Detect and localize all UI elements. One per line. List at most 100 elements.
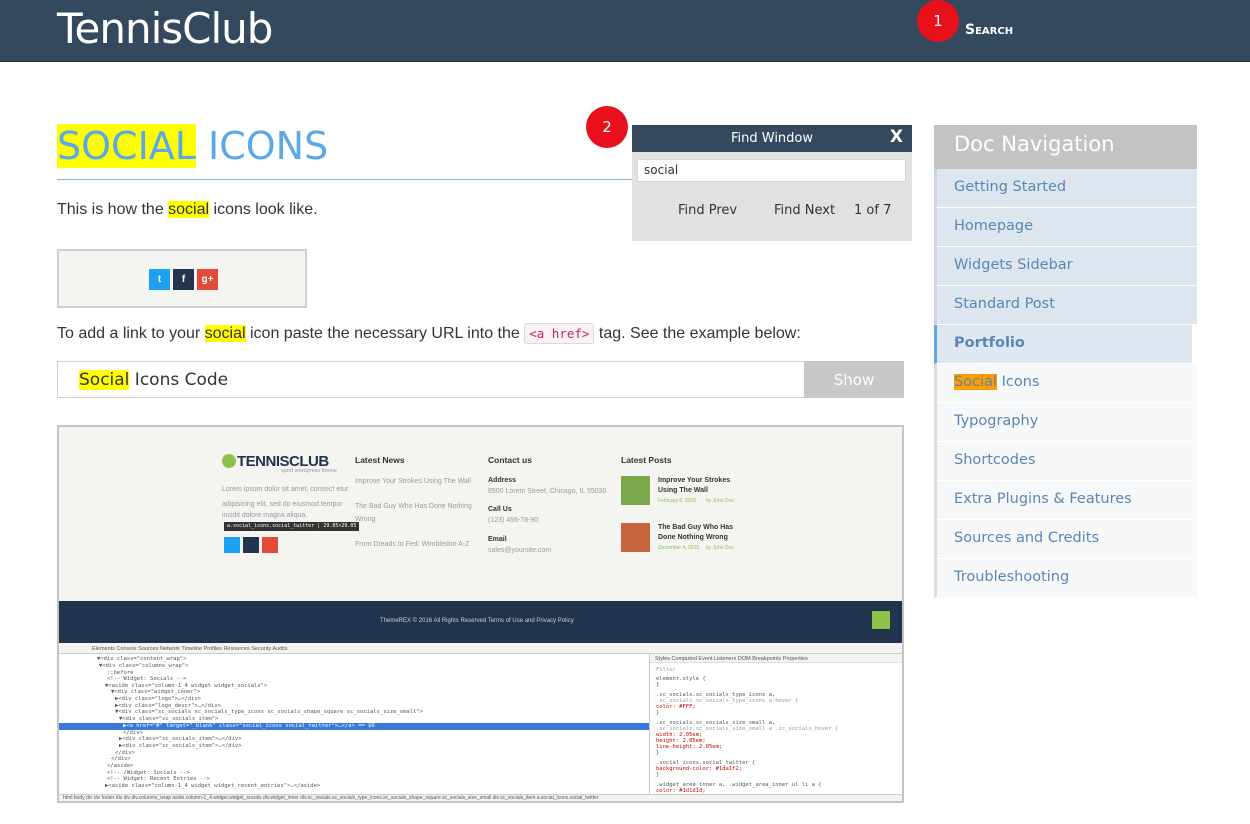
dt-line: ▶<div class="sc_socials_item">…</div>: [119, 736, 242, 742]
dt-line: ▼<div class="columns_wrap">: [99, 663, 189, 669]
doc-nav-title: Doc Navigation: [934, 125, 1197, 169]
dt-line-selected: ▶<a href="#" target="_blank" class="soci…: [123, 723, 375, 729]
dt-line: <!-- Widget: Recent Entries -->: [107, 776, 210, 782]
nav-item-widgets-sidebar[interactable]: Widgets Sidebar: [934, 247, 1197, 286]
find-window-title: Find Window: [730, 131, 814, 146]
shot-post2-author: by John Doe: [706, 545, 735, 551]
shot-logo-sub: sport wordpress theme: [281, 468, 337, 474]
devtools-breadcrumb: html body div div footer div div div.col…: [63, 795, 599, 801]
dt-line: ▼<div class="sc_socials sc_socials_type_…: [115, 709, 423, 715]
code-toggle-bar: Social Icons Code Show: [57, 361, 904, 398]
shot-address-label: Address: [488, 477, 517, 484]
shot-latest-news-title: Latest News: [355, 455, 405, 465]
shot-facebook-icon: [243, 537, 259, 553]
facebook-icon[interactable]: f: [173, 269, 194, 290]
instruction-text: To add a link to your social icon paste …: [57, 323, 801, 344]
styles-filter[interactable]: Filter: [656, 667, 676, 673]
step-marker-2: 2: [586, 106, 628, 148]
dt-line: ▶<aside class="column-1_4 widget widget_…: [105, 783, 321, 789]
shot-news-2: The Bad Guy Who Has Done Nothing: [355, 503, 472, 510]
style-line: background-color: #1da1f2;: [656, 766, 743, 772]
styles-tabs: Styles Computed Event Listeners DOM Brea…: [655, 656, 808, 662]
style-line: }: [656, 772, 660, 778]
para-middle: icon paste the necessary URL into the: [245, 325, 525, 342]
nav-item-typography[interactable]: Typography: [934, 403, 1197, 442]
step-marker-1: 1: [917, 0, 959, 42]
site-logo[interactable]: TennisClub: [57, 4, 273, 53]
nav-item-sources-credits[interactable]: Sources and Credits: [934, 520, 1197, 559]
nav-item-social-icons[interactable]: Social Icons: [934, 364, 1197, 403]
shot-address: 8500 Lorem Street, Chicago, IL 55030: [488, 488, 607, 495]
devtools-tabs: Elements Console Sources Network Timelin…: [92, 646, 288, 652]
shot-post2-meta: December 4, 2015: [658, 545, 700, 551]
code-bar-highlight: Social: [79, 370, 130, 390]
title-divider: [57, 179, 632, 180]
dt-line: ▼<div class="widget_inner">: [111, 689, 201, 695]
para-highlight: social: [204, 325, 246, 342]
shot-post1-author: by John Doe: [706, 498, 735, 504]
find-next-button[interactable]: Find Next: [774, 203, 835, 218]
search-link[interactable]: Search: [965, 22, 1013, 38]
style-line: color: #FFF;: [656, 704, 696, 710]
style-line: line-height: 2.05em;: [656, 744, 723, 750]
inline-code: <a href>: [524, 323, 595, 344]
close-icon[interactable]: X: [890, 127, 903, 147]
shot-call-label: Call Us: [488, 506, 512, 513]
google-plus-icon[interactable]: g+: [197, 269, 218, 290]
dt-line: ▼<div class="sc_socials_item">: [119, 716, 219, 722]
shot-footer: ThemeREX © 2016 All Rights Reserved Term…: [59, 601, 902, 643]
devtools-divider: [649, 654, 650, 794]
style-line: }: [656, 682, 660, 688]
intro-highlight: social: [168, 201, 210, 218]
nav-item-troubleshooting[interactable]: Troubleshooting: [934, 559, 1197, 598]
twitter-icon[interactable]: t: [149, 269, 170, 290]
nav-item-extra-plugins[interactable]: Extra Plugins & Features: [934, 481, 1197, 520]
doc-navigation: Doc Navigation Getting Started Homepage …: [934, 125, 1197, 598]
shot-tooltip: a.social_icons.social_twitter | 29.05×29…: [224, 522, 360, 531]
social-icons-demo: t f g+: [57, 249, 307, 308]
tennis-ball-icon: [222, 454, 236, 468]
shot-lorem-1: Lorem ipsum dolor sit amet, consect etur: [222, 486, 349, 493]
dt-line: ▶<div class="sc_socials_item">…</div>: [119, 743, 242, 749]
nav-social-rest: Icons: [997, 374, 1040, 390]
para-before: To add a link to your: [57, 325, 205, 342]
nav-social-highlight: Social: [954, 374, 997, 390]
shot-google-icon: [262, 537, 278, 553]
nav-item-shortcodes[interactable]: Shortcodes: [934, 442, 1197, 481]
dt-line: <!-- Widget: Socials -->: [107, 676, 187, 682]
dt-line: </div>: [111, 756, 131, 762]
shot-contact-title: Contact us: [488, 455, 532, 465]
nav-item-portfolio[interactable]: Portfolio: [934, 325, 1192, 364]
intro-text: This is how the social icons look like.: [57, 201, 318, 219]
shot-email-label: Email: [488, 536, 507, 543]
page-title: SOCIAL ICONS: [57, 124, 328, 168]
shot-news-3: From Dreads to Fed: Wimbledon A-Z: [355, 541, 470, 548]
shot-latest-posts-title: Latest Posts: [621, 455, 672, 465]
style-line: }: [656, 710, 660, 716]
style-line: }: [656, 750, 660, 756]
dt-line: ▼<div class="content_wrap">: [97, 656, 187, 662]
shot-news-2b: Wrong: [355, 516, 376, 523]
nav-item-homepage[interactable]: Homepage: [934, 208, 1197, 247]
find-input[interactable]: social: [637, 159, 906, 182]
shot-post1-meta: February 6, 2016: [658, 498, 697, 504]
code-bar-label: Social Icons Code: [79, 370, 228, 390]
para-after: tag. See the example below:: [594, 325, 801, 342]
shot-news-1: Improve Your Strokes Using The Wall: [355, 478, 471, 485]
dt-line: ▶<div class="logo">…</div>: [115, 696, 202, 702]
shot-lorem-3: incidit dolore magna aliqua.: [222, 512, 308, 519]
shot-phone: (123) 456-78-90: [488, 517, 539, 524]
shot-post1-thumb: [621, 476, 650, 505]
nav-item-standard-post[interactable]: Standard Post: [934, 286, 1197, 325]
shot-lorem-2: adipisicing elit, sed do eiusmod tempor: [222, 501, 343, 508]
shot-twitter-icon: [224, 537, 240, 553]
show-button[interactable]: Show: [804, 361, 904, 398]
intro-after: icons look like.: [209, 201, 318, 218]
shot-footer-text: ThemeREX © 2016 All Rights Reserved Term…: [380, 618, 574, 624]
shot-email: sales@yoursite.com: [488, 547, 552, 554]
shot-scroll-top-icon: [872, 611, 890, 629]
dt-line: </aside>: [107, 763, 134, 769]
title-rest: ICONS: [195, 124, 329, 168]
nav-item-getting-started[interactable]: Getting Started: [934, 169, 1197, 208]
find-prev-button[interactable]: Find Prev: [678, 203, 737, 218]
